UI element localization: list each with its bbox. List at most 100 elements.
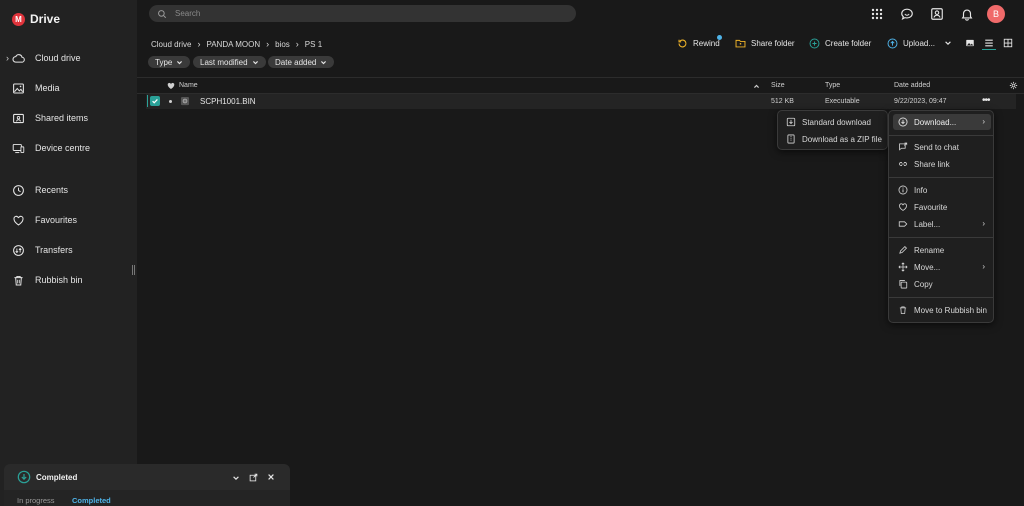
bell-icon bbox=[961, 9, 973, 21]
row-checkbox[interactable] bbox=[150, 96, 160, 106]
move-to-rubbish-item[interactable]: Move to Rubbish bin bbox=[898, 302, 987, 318]
file-icon bbox=[180, 96, 190, 106]
create-folder-button[interactable]: Create folder bbox=[809, 36, 871, 50]
context-menu: Download... › Send to chat Share link In… bbox=[888, 110, 994, 323]
upload-button[interactable]: Upload... bbox=[887, 36, 952, 50]
link-icon bbox=[899, 162, 907, 166]
gear-icon[interactable] bbox=[1009, 81, 1018, 90]
send-to-chat-item[interactable]: Send to chat bbox=[898, 139, 959, 155]
zip-file-icon bbox=[787, 134, 795, 144]
copy-icon bbox=[899, 280, 908, 289]
file-date: 9/22/2023, 09:47 bbox=[894, 98, 947, 105]
copy-item[interactable]: Copy bbox=[898, 276, 933, 292]
tab-completed[interactable]: Completed bbox=[72, 496, 111, 505]
sidebar-item-media[interactable]: Media bbox=[0, 77, 137, 99]
filter-last-modified[interactable]: Last modified bbox=[193, 56, 266, 68]
chevron-down-icon bbox=[177, 60, 183, 64]
grid-icon bbox=[1003, 38, 1013, 48]
app-title: Drive bbox=[30, 12, 61, 26]
more-options-button[interactable]: ••• bbox=[982, 95, 990, 106]
menu-item-label: Label... bbox=[914, 219, 941, 229]
favourite-item[interactable]: Favourite bbox=[898, 199, 947, 215]
sidebar-item-label: Transfers bbox=[35, 245, 73, 255]
file-name: SCPH1001.BIN bbox=[200, 97, 256, 106]
chat-icon bbox=[901, 8, 913, 20]
chevron-right-icon: › bbox=[982, 262, 985, 271]
search-icon bbox=[158, 9, 167, 18]
download-zip-item[interactable]: Download as a ZIP file bbox=[786, 131, 882, 147]
search-input[interactable]: Search bbox=[175, 9, 200, 18]
rename-item[interactable]: Rename bbox=[898, 242, 944, 258]
label-item[interactable]: Label... bbox=[898, 216, 940, 232]
tab-in-progress[interactable]: In progress bbox=[17, 496, 55, 505]
share-folder-button[interactable]: Share folder bbox=[735, 36, 795, 50]
rewind-button[interactable]: Rewind bbox=[677, 34, 722, 50]
sidebar-item-favourites[interactable]: Favourites bbox=[0, 209, 137, 231]
menu-item-label: Share link bbox=[914, 159, 950, 169]
breadcrumb-item[interactable]: Cloud drive bbox=[151, 40, 191, 49]
checkmark-icon bbox=[152, 98, 158, 104]
breadcrumb-item[interactable]: bios bbox=[275, 40, 290, 49]
sidebar-item-label: Favourites bbox=[35, 215, 78, 225]
menu-divider bbox=[889, 297, 993, 298]
shared-folder-icon bbox=[13, 113, 24, 123]
info-icon bbox=[898, 185, 908, 195]
rewind-icon bbox=[678, 39, 687, 47]
column-name[interactable]: Name bbox=[179, 82, 198, 89]
thumbnail-view-button[interactable] bbox=[963, 36, 977, 50]
chat-button[interactable] bbox=[898, 5, 916, 23]
send-to-chat-icon bbox=[899, 142, 908, 151]
search-bar[interactable]: Search bbox=[149, 5, 576, 22]
column-type[interactable]: Type bbox=[825, 82, 840, 89]
contacts-button[interactable] bbox=[928, 5, 946, 23]
share-link-item[interactable]: Share link bbox=[898, 156, 950, 172]
sidebar-item-label: Shared items bbox=[35, 113, 89, 123]
sidebar-item-recents[interactable]: Recents bbox=[0, 179, 137, 201]
cloud-icon bbox=[12, 53, 25, 63]
create-folder-label: Create folder bbox=[825, 38, 872, 48]
chevron-right-icon[interactable]: › bbox=[6, 53, 9, 63]
sidebar-item-device-centre[interactable]: Device centre bbox=[0, 137, 137, 159]
chevron-right-icon: › bbox=[295, 39, 299, 49]
sort-ascending-icon[interactable] bbox=[753, 83, 760, 90]
column-size[interactable]: Size bbox=[771, 82, 785, 89]
app-logo[interactable]: M Drive bbox=[12, 12, 60, 26]
chevron-right-icon: › bbox=[266, 39, 270, 49]
image-icon bbox=[13, 83, 24, 93]
sidebar-item-shared-items[interactable]: Shared items bbox=[0, 107, 137, 129]
column-date-added[interactable]: Date added bbox=[894, 82, 930, 89]
grid-view-button[interactable] bbox=[1001, 36, 1015, 50]
open-external-icon[interactable] bbox=[249, 473, 258, 482]
chevron-right-icon: › bbox=[982, 117, 985, 126]
filter-type[interactable]: Type bbox=[148, 56, 191, 68]
avatar[interactable]: B bbox=[987, 5, 1005, 23]
info-item[interactable]: Info bbox=[898, 182, 927, 198]
list-view-button[interactable] bbox=[982, 36, 996, 50]
notifications-button[interactable] bbox=[958, 5, 976, 23]
sidebar-item-rubbish-bin[interactable]: Rubbish bin bbox=[0, 269, 137, 291]
chevron-down-icon[interactable] bbox=[232, 474, 240, 482]
list-icon bbox=[985, 39, 993, 46]
chevron-down-icon bbox=[252, 60, 258, 64]
apps-grid-button[interactable] bbox=[868, 5, 886, 23]
filter-label: Date added bbox=[275, 57, 317, 67]
download-item[interactable]: Download... bbox=[898, 114, 956, 130]
file-size: 512 KB bbox=[771, 98, 794, 105]
move-item[interactable]: Move... bbox=[898, 259, 940, 275]
table-row[interactable]: SCPH1001.BIN 512 KB Executable 9/22/2023… bbox=[146, 94, 1016, 109]
tag-icon bbox=[898, 221, 908, 227]
heart-icon[interactable] bbox=[167, 82, 175, 90]
breadcrumb-item[interactable]: PANDA MOON bbox=[206, 40, 260, 49]
menu-item-label: Standard download bbox=[802, 117, 871, 127]
filter-date-added[interactable]: Date added bbox=[268, 56, 335, 68]
close-icon[interactable] bbox=[267, 473, 275, 481]
sidebar-item-transfers[interactable]: Transfers bbox=[0, 239, 137, 261]
menu-item-label: Send to chat bbox=[914, 142, 959, 152]
sidebar-resize-handle[interactable] bbox=[132, 265, 135, 275]
breadcrumb-item-current[interactable]: PS 1 bbox=[305, 40, 322, 49]
trash-icon bbox=[14, 275, 23, 285]
sidebar-item-cloud-drive[interactable]: › Cloud drive bbox=[0, 47, 137, 69]
standard-download-item[interactable]: Standard download bbox=[786, 114, 871, 130]
image-icon bbox=[966, 39, 974, 47]
row-selection-indicator bbox=[147, 95, 148, 107]
